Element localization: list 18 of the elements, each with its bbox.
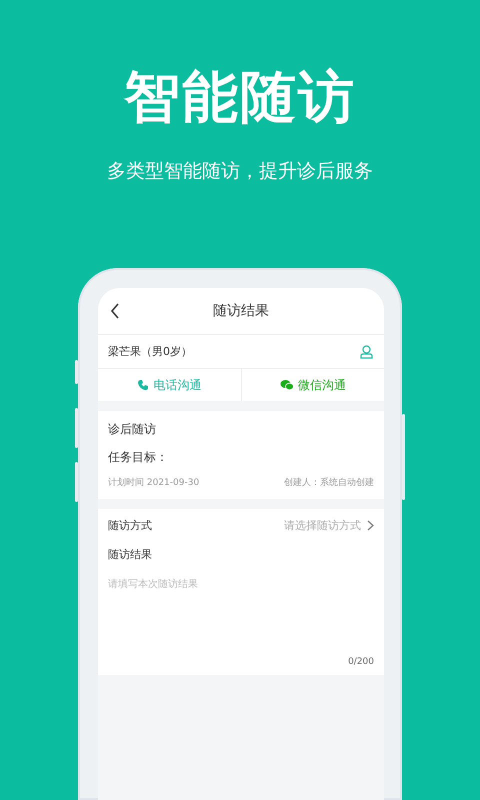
method-select[interactable]: 请选择随访方式	[284, 518, 374, 532]
chevron-right-icon	[367, 520, 374, 530]
creator-text: 创建人：系统自动创建	[284, 477, 374, 489]
method-label: 随访方式	[108, 518, 152, 532]
back-icon[interactable]	[110, 303, 120, 319]
plan-time: 计划时间 2021-09-30	[108, 477, 200, 489]
task-goal-label: 任务目标：	[108, 449, 169, 465]
wechat-contact-button[interactable]: 微信沟通	[240, 369, 384, 401]
task-title: 诊后随访	[108, 421, 157, 437]
hero-subtitle: 多类型智能随访，提升诊后服务	[107, 159, 373, 184]
patient-name: 梁芒果（男0岁）	[108, 344, 192, 359]
chat-bubbles-icon	[280, 379, 294, 391]
hero-title: 智能随访	[124, 64, 356, 132]
phone-icon	[137, 379, 150, 391]
result-label: 随访结果	[108, 547, 153, 563]
phone-contact-button[interactable]: 电话沟通	[98, 369, 240, 401]
char-counter: 0/200	[348, 657, 374, 667]
screen-title: 随访结果	[213, 302, 269, 320]
